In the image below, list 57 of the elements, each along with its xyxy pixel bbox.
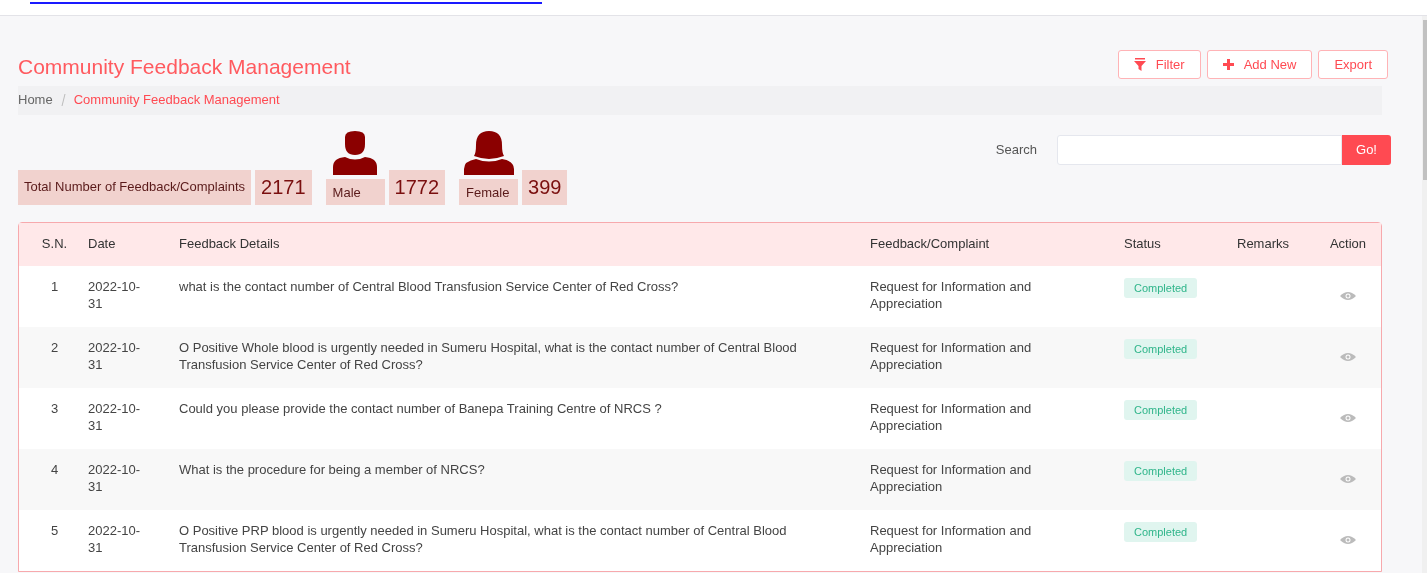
- table-cell: 2022-10-31: [88, 265, 179, 327]
- table-cell: 5: [19, 509, 88, 571]
- plus-icon: [1222, 59, 1234, 70]
- status-badge: Completed: [1124, 399, 1198, 420]
- status-badge: Completed: [1124, 521, 1198, 542]
- column-header: Feedback/Complaint: [870, 222, 1124, 266]
- table-cell: Request for Information and Appreciation: [870, 265, 1124, 327]
- column-header: Remarks: [1237, 222, 1325, 266]
- view-eye-icon[interactable]: [1340, 291, 1356, 302]
- male-person-icon: [333, 130, 378, 175]
- table-cell: 4: [19, 448, 88, 510]
- column-header: Feedback Details: [179, 222, 870, 266]
- table-cell: O Positive PRP blood is urgently needed in Sumeru Hospital, what is the contact number of Central Blood Transfusion Service Center of Red Cross?: [179, 509, 870, 571]
- table-cell: Request for Information and Appreciation: [870, 326, 1124, 388]
- column-header: Action: [1325, 222, 1381, 266]
- view-eye-icon[interactable]: [1340, 535, 1356, 546]
- search-field[interactable]: [1057, 134, 1342, 165]
- add-new-button[interactable]: Add New: [1206, 50, 1313, 79]
- stat-label: Female: [459, 178, 519, 205]
- search-label: Search: [995, 140, 1037, 159]
- table-cell: Could you please provide the contact number of Banepa Training Centre of NRCS ?: [179, 387, 870, 449]
- go-button[interactable]: Go!: [1342, 134, 1391, 165]
- table-cell: Request for Information and Appreciation: [870, 509, 1124, 571]
- table-cell: What is the procedure for being a member of NRCS?: [179, 448, 870, 510]
- stat-count: 399: [522, 169, 568, 205]
- table-cell: 2022-10-31: [88, 509, 179, 571]
- table-cell: 2: [19, 326, 88, 388]
- status-badge: Completed: [1124, 338, 1198, 359]
- column-header: Status: [1124, 222, 1237, 266]
- stat-label: Total Number of Feedback/Complaints: [18, 169, 252, 205]
- view-eye-icon[interactable]: [1340, 352, 1356, 363]
- table-cell: 2022-10-31: [88, 387, 179, 449]
- page-title: Community Feedback Management: [18, 54, 351, 80]
- column-header: Date: [88, 222, 179, 266]
- table-cell: 1: [19, 265, 88, 327]
- filter-icon: [1133, 58, 1146, 71]
- export-button[interactable]: Export: [1318, 50, 1388, 79]
- status-badge: Completed: [1124, 277, 1198, 298]
- table-cell: Request for Information and Appreciation: [870, 448, 1124, 510]
- female-person-icon: [463, 130, 514, 175]
- breadcrumb-link[interactable]: Community Feedback Management: [73, 90, 280, 110]
- table-cell: Request for Information and Appreciation: [870, 387, 1124, 449]
- filter-button[interactable]: Filter: [1117, 50, 1201, 79]
- status-badge: Completed: [1124, 460, 1198, 481]
- table-cell: 2022-10-31: [88, 326, 179, 388]
- breadcrumb-separator-icon: [60, 94, 66, 106]
- table-cell: O Positive Whole blood is urgently needed in Sumeru Hospital, what is the contact number of Central Blood Transfusion Service Center of Red Cross?: [179, 326, 870, 388]
- column-header: S.N.: [19, 222, 88, 266]
- stat-count: 2171: [255, 169, 312, 205]
- table-cell: 2022-10-31: [88, 448, 179, 510]
- view-eye-icon[interactable]: [1340, 413, 1356, 424]
- view-eye-icon[interactable]: [1340, 474, 1356, 485]
- breadcrumb-link[interactable]: Home: [18, 90, 53, 110]
- stat-count: 1772: [388, 169, 446, 205]
- table-cell: 3: [19, 387, 88, 449]
- table-cell: what is the contact number of Central Blood Transfusion Service Center of Red Cross?: [179, 265, 870, 327]
- stat-label: Male: [325, 178, 385, 205]
